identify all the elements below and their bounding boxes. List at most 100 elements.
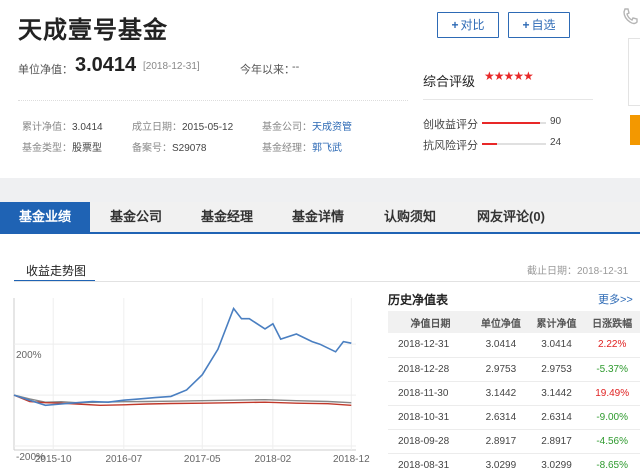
cum-nav: 累计净值：3.0414 [22,118,103,133]
cell-nav: 3.1442 [473,381,529,406]
watch-label: 自选 [531,18,556,32]
table-row: 2018-12-31 3.0414 3.0414 2.22% [388,333,640,358]
add-watchlist-button[interactable]: + 自选 [508,12,570,38]
cell-cum: 3.0414 [528,333,585,358]
nav-date: [2018-12-31] [143,61,200,72]
cell-chg: 2.22% [584,333,640,358]
return-chart: 200%-200%2015-10 2016-07 2017-05 2018-02 201… [13,298,370,465]
side-panel [628,38,640,106]
rating-stars-icon: ★★★★★ [484,69,534,83]
return-score-bar [482,122,546,124]
company-label: 基金公司： [262,122,312,133]
section-gap [0,178,640,202]
cell-chg: -8.65% [584,453,640,475]
chart-title: 收益走势图 [26,264,87,278]
cum-nav-label: 累计净值： [22,122,72,133]
cell-date: 2018-12-31 [388,333,474,358]
return-score-value: 90 [550,116,562,127]
x-tick-label: 2016-07 [105,454,142,465]
fund-manager: 基金经理：郭飞武 [262,139,342,154]
cell-date: 2018-11-30 [388,381,474,406]
risk-score-label: 抗风险评分 [423,140,478,152]
history-header-row: 净值日期 单位净值 累计净值 日涨跌幅 [388,311,640,333]
x-tick-label: 2015-10 [35,454,72,465]
tab-comments[interactable]: 网友评论(0) [456,202,566,234]
table-row: 2018-08-31 3.0299 3.0299 -8.65% [388,453,640,475]
rating-title: 综合评级 [423,74,476,89]
tab-manager[interactable]: 基金经理 [182,202,272,234]
type-value: 股票型 [72,143,102,154]
cum-nav-value: 3.0414 [72,122,103,133]
est-date: 成立日期：2015-05-12 [132,118,233,133]
table-row: 2018-12-28 2.9753 2.9753 -5.37% [388,357,640,382]
as-of-date: 截止日期：2018-12-31 [527,266,629,277]
plus-icon: + [451,18,459,32]
record-label: 备案号： [132,143,172,154]
cell-chg: -4.56% [584,429,640,454]
est-date-label: 成立日期： [132,122,182,133]
est-date-value: 2015-05-12 [182,122,234,133]
col-cum: 累计净值 [528,311,585,333]
info-divider [18,100,408,101]
risk-score-fill [482,143,498,145]
cell-date: 2018-12-28 [388,357,474,382]
fund-name: 天成壹号基金 [18,17,168,44]
plus-icon: + [522,18,530,32]
cell-chg: 19.49% [584,381,640,406]
phone-icon[interactable] [622,8,640,28]
cell-cum: 2.6314 [528,405,585,430]
rating-divider [423,99,593,100]
more-link[interactable]: 更多>> [598,291,633,307]
cell-date: 2018-08-31 [388,453,474,475]
nav-label: 单位净值： [18,64,73,76]
tab-company[interactable]: 基金公司 [90,202,182,234]
risk-score-bar [482,143,546,145]
series-line [13,394,352,404]
company-link[interactable]: 天成资管 [312,122,352,133]
cell-nav: 2.9753 [473,357,529,382]
cell-chg: -9.00% [584,405,640,430]
cell-date: 2018-09-28 [388,429,474,454]
table-row: 2018-10-31 2.6314 2.6314 -9.00% [388,405,640,430]
record-value: S29078 [172,143,207,154]
fund-type: 基金类型：股票型 [22,139,102,154]
fund-header: 天成壹号基金 + 对比 + 自选 单位净值： 3.0414 [2018-12-31]… [0,0,640,178]
cell-date: 2018-10-31 [388,405,474,430]
cell-cum: 3.1442 [528,381,585,406]
col-nav: 单位净值 [473,311,529,333]
tab-subscription[interactable]: 认购须知 [364,202,456,234]
fund-company: 基金公司：天成资管 [262,118,352,133]
table-row: 2018-09-28 2.8917 2.8917 -4.56% [388,429,640,454]
compare-label: 对比 [460,18,485,32]
nav-value: 3.0414 [75,54,137,76]
tab-performance[interactable]: 基金业绩 [0,202,90,234]
x-tick-label: 2018-02 [255,454,292,465]
y-tick-label: 200% [16,350,42,361]
return-score-fill [482,122,540,124]
risk-score-value: 24 [550,137,562,148]
series-line [13,306,352,407]
x-tick-label: 2017-05 [184,454,221,465]
tab-details[interactable]: 基金详情 [272,202,364,234]
history-table: 净值日期 单位净值 累计净值 日涨跌幅 2018-12-31 3.0414 3.04… [388,311,640,475]
side-orange-tab[interactable] [630,115,640,145]
cell-cum: 3.0299 [528,453,585,475]
cell-chg: -5.37% [584,357,640,382]
x-tick-label: 2018-12 [333,454,370,465]
manager-link[interactable]: 郭飞武 [312,143,342,154]
chart-rule [14,281,640,282]
history-title: 历史净值表 [388,293,449,307]
compare-button[interactable]: + 对比 [437,12,499,38]
manager-label: 基金经理： [262,143,312,154]
type-label: 基金类型： [22,143,72,154]
cell-nav: 2.8917 [473,429,529,454]
cell-cum: 2.9753 [528,357,585,382]
cell-nav: 2.6314 [473,405,529,430]
return-score-label: 创收益评分 [423,119,478,131]
ytd-value: -- [292,61,300,73]
col-change: 日涨跌幅 [584,311,640,333]
col-date: 净值日期 [388,311,474,333]
table-row: 2018-11-30 3.1442 3.1442 19.49% [388,381,640,406]
cell-nav: 3.0299 [473,453,529,475]
cell-nav: 3.0414 [473,333,529,358]
